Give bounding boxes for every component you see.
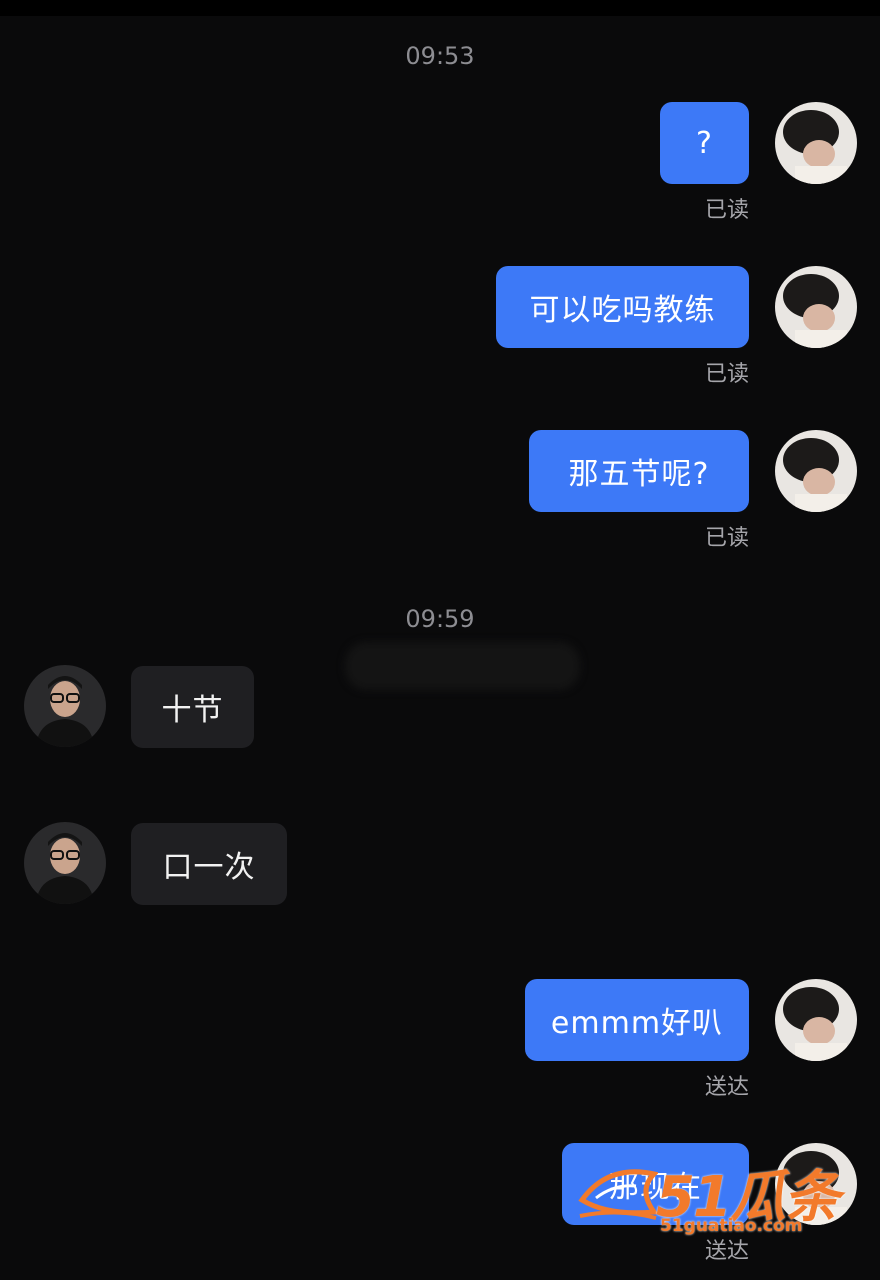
delivered-status: 送达 xyxy=(704,1075,749,1100)
timestamp: 09:59 xyxy=(405,605,475,633)
read-status: 已读 xyxy=(704,198,749,223)
contact-avatar[interactable] xyxy=(24,665,106,747)
self-avatar[interactable] xyxy=(775,979,857,1061)
self-avatar[interactable] xyxy=(775,266,857,348)
watermark-url: 51guatiao.com xyxy=(660,1216,803,1236)
watermark-fish-icon xyxy=(578,1169,658,1220)
read-status: 已读 xyxy=(704,362,749,387)
contact-avatar[interactable] xyxy=(24,822,106,904)
message-bubble[interactable]: 十节 xyxy=(131,666,254,748)
self-avatar[interactable] xyxy=(775,430,857,512)
status-bar xyxy=(0,0,880,16)
read-status: 已读 xyxy=(704,526,749,551)
message-bubble[interactable]: 那五节呢? xyxy=(529,430,749,512)
watermark: 51瓜条 51guatiao.com xyxy=(578,1150,858,1240)
message-bubble[interactable]: 口一次 xyxy=(131,823,287,905)
message-bubble[interactable]: 可以吃吗教练 xyxy=(496,266,749,348)
message-bubble[interactable]: emmm好叭 xyxy=(525,979,749,1061)
message-bubble[interactable]: ? xyxy=(660,102,749,184)
redaction-scribble xyxy=(345,642,580,690)
self-avatar[interactable] xyxy=(775,102,857,184)
timestamp: 09:53 xyxy=(405,42,475,70)
